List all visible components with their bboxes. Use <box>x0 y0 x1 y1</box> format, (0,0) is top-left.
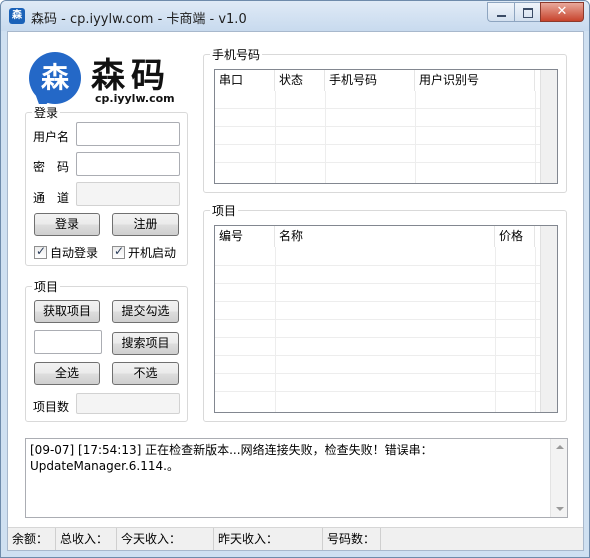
maximize-button[interactable] <box>514 2 540 22</box>
project-count-field <box>76 393 180 414</box>
submit-checked-button[interactable]: 提交勾选 <box>112 300 179 323</box>
app-window: 森 森码 - cp.iyylw.com - 卡商端 - v1.0 ✕ 森 森码 … <box>0 0 590 558</box>
project-list-panel: 项目 编号 名称 价格 <box>203 202 567 422</box>
channel-label: 通 道 <box>33 191 70 205</box>
status-bar: 余额： 总收入： 今天收入： 昨天收入： 号码数： <box>8 527 583 550</box>
close-icon: ✕ <box>556 4 568 19</box>
grid-divider <box>215 283 540 284</box>
window-controls: ✕ <box>487 2 584 22</box>
grid-divider <box>275 247 276 412</box>
username-field[interactable] <box>76 122 180 146</box>
grid-divider <box>415 91 416 183</box>
get-projects-button[interactable]: 获取项目 <box>34 300 100 323</box>
select-all-button[interactable]: 全选 <box>34 362 100 385</box>
phone-panel-title: 手机号码 <box>210 46 263 63</box>
grid-divider <box>215 126 540 127</box>
scroll-down-icon[interactable] <box>556 507 564 511</box>
grid-divider <box>215 319 540 320</box>
phone-grid-header: 串口 状态 手机号码 用户识别号 <box>215 70 535 91</box>
phone-panel: 手机号码 串口 状态 手机号码 用户识别号 <box>203 46 567 193</box>
minimize-button[interactable] <box>487 2 514 22</box>
grid-divider <box>495 247 496 412</box>
window-title: 森码 - cp.iyylw.com - 卡商端 - v1.0 <box>31 12 247 27</box>
close-button[interactable]: ✕ <box>540 2 584 22</box>
status-today-income: 今天收入： <box>117 528 214 550</box>
project-col-id[interactable]: 编号 <box>215 226 275 247</box>
select-none-button[interactable]: 不选 <box>112 362 179 385</box>
startup-checkbox[interactable]: 开机启动 <box>112 244 176 261</box>
channel-field <box>76 182 180 206</box>
auto-login-checkbox[interactable]: 自动登录 <box>34 244 98 261</box>
project-count-label: 项目数 <box>33 400 70 414</box>
grid-divider <box>275 91 276 183</box>
project-group-title: 项目 <box>32 278 61 295</box>
grid-divider <box>215 337 540 338</box>
phone-col-status[interactable]: 状态 <box>275 70 325 91</box>
grid-divider <box>215 355 540 356</box>
grid-divider <box>215 301 540 302</box>
log-output[interactable]: [09-07] [17:54:13] 正在检查新版本...网络连接失败，检查失败… <box>25 438 568 518</box>
logo: 森 森码 cp.iyylw.com <box>25 46 188 110</box>
project-group: 项目 获取项目 提交勾选 搜索项目 全选 不选 项目数 <box>25 278 188 422</box>
password-field[interactable] <box>76 152 180 176</box>
login-button[interactable]: 登录 <box>34 213 100 236</box>
password-label: 密 码 <box>33 160 70 174</box>
register-button[interactable]: 注册 <box>112 213 179 236</box>
grid-divider <box>215 162 540 163</box>
grid-divider <box>325 91 326 183</box>
status-balance: 余额： <box>8 528 56 550</box>
auto-login-checkmark <box>34 244 47 259</box>
auto-login-label: 自动登录 <box>50 246 99 260</box>
phone-col-imsi[interactable]: 用户识别号 <box>415 70 535 91</box>
project-col-price[interactable]: 价格 <box>495 226 535 247</box>
status-yesterday-income: 昨天收入： <box>214 528 323 550</box>
grid-divider <box>215 108 540 109</box>
phone-grid[interactable]: 串口 状态 手机号码 用户识别号 <box>214 69 558 184</box>
username-label: 用户名 <box>33 130 70 144</box>
login-group-title: 登录 <box>32 104 61 121</box>
status-number-count: 号码数： <box>323 528 381 550</box>
grid-divider <box>215 373 540 374</box>
phone-col-port[interactable]: 串口 <box>215 70 275 91</box>
project-grid[interactable]: 编号 名称 价格 <box>214 225 558 413</box>
grid-divider <box>215 391 540 392</box>
phone-grid-scrollbar[interactable] <box>540 70 557 183</box>
logo-emblem: 森 <box>29 52 81 104</box>
title-bar[interactable]: 森 森码 - cp.iyylw.com - 卡商端 - v1.0 ✕ <box>1 1 589 31</box>
project-list-title: 项目 <box>210 202 239 219</box>
project-grid-scrollbar[interactable] <box>540 226 557 412</box>
status-spacer <box>381 528 583 550</box>
project-col-name[interactable]: 名称 <box>275 226 495 247</box>
startup-label: 开机启动 <box>128 246 177 260</box>
app-icon: 森 <box>9 8 25 24</box>
grid-divider <box>535 91 536 183</box>
status-total-income: 总收入： <box>56 528 117 550</box>
scroll-up-icon[interactable] <box>556 445 564 449</box>
logo-name: 森码 <box>91 56 171 96</box>
log-scrollbar[interactable] <box>550 439 567 517</box>
startup-checkmark <box>112 244 125 259</box>
grid-divider <box>535 247 536 412</box>
project-search-input[interactable] <box>34 330 102 354</box>
login-group: 登录 用户名 密 码 通 道 登录 注册 自动登录 开机启动 <box>25 104 188 266</box>
grid-divider <box>215 265 540 266</box>
phone-col-number[interactable]: 手机号码 <box>325 70 415 91</box>
logo-url: cp.iyylw.com <box>95 92 175 105</box>
grid-divider <box>215 144 540 145</box>
search-projects-button[interactable]: 搜索项目 <box>112 332 179 355</box>
client-area: 森 森码 cp.iyylw.com 登录 用户名 密 码 通 道 登录 注册 自… <box>7 31 584 551</box>
log-text: [09-07] [17:54:13] 正在检查新版本...网络连接失败，检查失败… <box>30 443 433 473</box>
project-grid-header: 编号 名称 价格 <box>215 226 535 247</box>
